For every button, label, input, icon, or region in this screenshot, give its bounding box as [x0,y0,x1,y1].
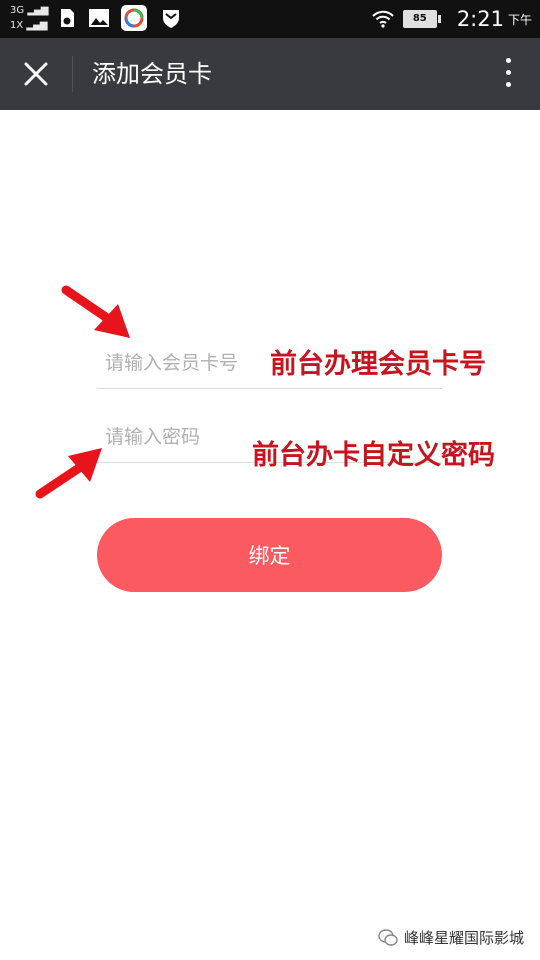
close-icon[interactable] [18,56,54,92]
watermark-text: 峰峰星耀国际影城 [403,929,524,947]
status-time: 2:21 [456,7,504,31]
watermark: 峰峰星耀国际影城 [378,927,524,948]
title-bar: 添加会员卡 [0,38,540,110]
page-title: 添加会员卡 [92,60,212,88]
more-vert-icon[interactable] [502,58,514,92]
bind-button[interactable]: 绑定 [97,518,442,592]
password-annotation: 前台办卡自定义密码 [252,440,495,471]
shield-icon [163,10,179,28]
image-icon [89,9,109,27]
wechat-icon [378,928,398,946]
network-3g-label: 3G [10,5,25,16]
network-1x-label: 1X [10,20,24,31]
wifi-icon [372,10,394,28]
sim-card-icon [61,9,74,27]
status-bar: 3G ▂▄▆ 1X ▂▄▆ 85 2:21 下午 [0,0,540,38]
arrow-icon [61,285,130,338]
bind-button-label: 绑定 [248,544,291,568]
card-number-annotation: 前台办理会员卡号 [270,349,486,380]
battery-indicator: 85 [402,10,441,28]
network-indicator: 3G ▂▄▆ 1X ▂▄▆ [10,5,48,31]
status-ampm: 下午 [507,12,532,27]
title-divider [72,56,73,92]
app-icon [121,5,147,31]
